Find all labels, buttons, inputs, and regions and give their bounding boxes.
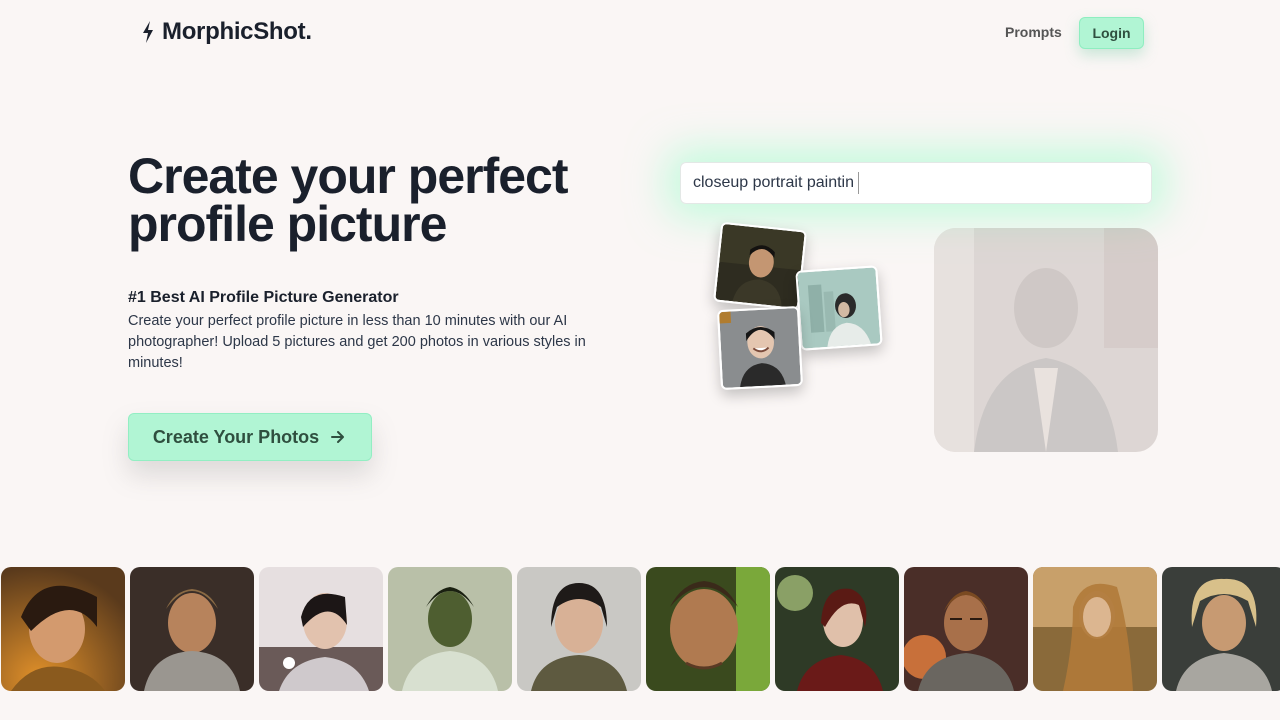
- gallery-image-4: [388, 567, 512, 691]
- gallery-image-5: [517, 567, 641, 691]
- brand-logo[interactable]: MorphicShot.: [140, 18, 312, 46]
- login-button[interactable]: Login: [1079, 17, 1144, 49]
- generated-result-image: [934, 228, 1158, 452]
- gallery-image-2: [130, 567, 254, 691]
- hero-description: Create your perfect profile picture in l…: [128, 313, 586, 371]
- gallery-image-1: [1, 567, 125, 691]
- demo-prompt-box: closeup portrait paintin: [680, 162, 1152, 204]
- gallery-image-6: [646, 567, 770, 691]
- hero-subtitle: #1 Best AI Profile Picture Generator: [128, 289, 399, 306]
- gallery-image-7: [775, 567, 899, 691]
- nav-link-prompts[interactable]: Prompts: [1005, 24, 1062, 40]
- create-photos-label: Create Your Photos: [152, 426, 320, 447]
- site-header: MorphicShot. Prompts Login: [0, 0, 1280, 66]
- arrow-right-icon: [331, 431, 345, 443]
- text-caret: [857, 172, 859, 194]
- demo-prompt-text: closeup portrait paintin: [693, 174, 854, 191]
- gallery-image-3: [259, 567, 383, 691]
- brand-name: MorphicShot.: [162, 18, 312, 45]
- lightning-icon: [143, 21, 153, 43]
- sample-photo-1: [713, 221, 807, 311]
- portrait-gallery: [1, 567, 1280, 691]
- gallery-image-9: [1033, 567, 1157, 691]
- sample-photo-3: [716, 305, 804, 391]
- gallery-image-10: [1162, 567, 1280, 691]
- gallery-image-8: [904, 567, 1028, 691]
- create-photos-button[interactable]: Create Your Photos: [128, 413, 372, 461]
- sample-photo-2: [795, 265, 883, 351]
- hero-title: Create your perfect profile picture: [128, 148, 569, 252]
